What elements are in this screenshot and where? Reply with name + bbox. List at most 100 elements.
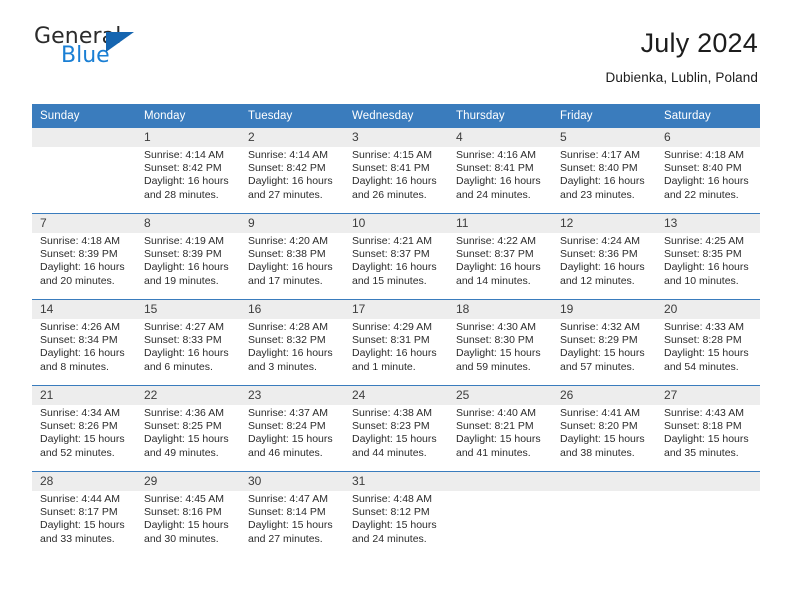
sunrise-text: Sunrise: 4:29 AM — [352, 321, 432, 333]
calendar-day-cell[interactable]: 3 Sunrise: 4:15 AM Sunset: 8:41 PM Daylight… — [344, 128, 448, 214]
sunset-text: Sunset: 8:25 PM — [144, 420, 222, 433]
daylight-text-line1: Daylight: 15 hours — [352, 519, 437, 532]
day-details: Sunrise: 4:30 AM Sunset: 8:30 PM Daylight:… — [448, 319, 552, 385]
day-details: Sunrise: 4:19 AM Sunset: 8:39 PM Daylight:… — [136, 233, 240, 299]
sunset-text: Sunset: 8:28 PM — [664, 334, 742, 347]
daylight-text-line1: Daylight: 15 hours — [144, 433, 229, 446]
daylight-text-line1: Daylight: 15 hours — [560, 433, 645, 446]
day-number: 28 — [32, 472, 136, 491]
calendar-day-cell[interactable]: 18 Sunrise: 4:30 AM Sunset: 8:30 PM Dayligh… — [448, 299, 552, 386]
calendar-day-cell[interactable]: 14 Sunrise: 4:26 AM Sunset: 8:34 PM Dayligh… — [32, 299, 136, 386]
day-number: 5 — [552, 128, 656, 147]
calendar-day-cell[interactable]: 31 Sunrise: 4:48 AM Sunset: 8:12 PM Dayligh… — [344, 471, 448, 557]
sunset-text: Sunset: 8:30 PM — [456, 334, 534, 347]
daylight-text-line2: and 57 minutes. — [560, 360, 635, 373]
day-number: 29 — [136, 472, 240, 491]
calendar-day-cell[interactable]: 27 Sunrise: 4:43 AM Sunset: 8:18 PM Dayligh… — [656, 385, 760, 472]
sunrise-text: Sunrise: 4:26 AM — [40, 321, 120, 333]
daylight-text-line2: and 20 minutes. — [40, 274, 115, 287]
calendar-week-row: 7 Sunrise: 4:18 AM Sunset: 8:39 PM Daylight… — [32, 213, 760, 300]
day-details: Sunrise: 4:18 AM Sunset: 8:39 PM Daylight:… — [32, 233, 136, 299]
sunset-text: Sunset: 8:39 PM — [144, 248, 222, 261]
calendar-day-cell[interactable]: 24 Sunrise: 4:38 AM Sunset: 8:23 PM Dayligh… — [344, 385, 448, 472]
calendar-day-cell[interactable]: 9 Sunrise: 4:20 AM Sunset: 8:38 PM Daylight… — [240, 213, 344, 300]
calendar-day-cell[interactable]: 8 Sunrise: 4:19 AM Sunset: 8:39 PM Daylight… — [136, 213, 240, 300]
calendar-day-cell[interactable]: 26 Sunrise: 4:41 AM Sunset: 8:20 PM Dayligh… — [552, 385, 656, 472]
calendar-day-cell[interactable]: 16 Sunrise: 4:28 AM Sunset: 8:32 PM Dayligh… — [240, 299, 344, 386]
calendar-day-cell[interactable]: 13 Sunrise: 4:25 AM Sunset: 8:35 PM Dayligh… — [656, 213, 760, 300]
day-number: 6 — [656, 128, 760, 147]
daylight-text-line2: and 24 minutes. — [456, 188, 531, 201]
daylight-text-line2: and 26 minutes. — [352, 188, 427, 201]
sunrise-text: Sunrise: 4:15 AM — [352, 149, 432, 161]
sunset-text: Sunset: 8:40 PM — [560, 162, 638, 175]
day-details-empty — [32, 147, 136, 213]
calendar-body: 1 Sunrise: 4:14 AM Sunset: 8:42 PM Daylight… — [32, 128, 760, 557]
day-number: 20 — [656, 300, 760, 319]
weekday-header-sunday: Sunday — [32, 104, 136, 128]
page-title: July 2024 — [640, 28, 758, 58]
calendar-week-row: 1 Sunrise: 4:14 AM Sunset: 8:42 PM Daylight… — [32, 128, 760, 214]
calendar-day-cell[interactable]: 15 Sunrise: 4:27 AM Sunset: 8:33 PM Dayligh… — [136, 299, 240, 386]
day-number: 4 — [448, 128, 552, 147]
sunrise-text: Sunrise: 4:19 AM — [144, 235, 224, 247]
calendar-day-cell[interactable]: 6 Sunrise: 4:18 AM Sunset: 8:40 PM Daylight… — [656, 128, 760, 214]
daylight-text-line1: Daylight: 15 hours — [40, 519, 125, 532]
calendar-day-cell[interactable]: 17 Sunrise: 4:29 AM Sunset: 8:31 PM Dayligh… — [344, 299, 448, 386]
calendar-cell-empty — [32, 128, 136, 214]
daylight-text-line1: Daylight: 15 hours — [352, 433, 437, 446]
sunset-text: Sunset: 8:14 PM — [248, 506, 326, 519]
calendar-day-cell[interactable]: 10 Sunrise: 4:21 AM Sunset: 8:37 PM Dayligh… — [344, 213, 448, 300]
calendar-header-row: Sunday Monday Tuesday Wednesday Thursday Frid… — [32, 104, 760, 128]
day-details: Sunrise: 4:15 AM Sunset: 8:41 PM Daylight:… — [344, 147, 448, 213]
day-number: 1 — [136, 128, 240, 147]
weekday-header-saturday: Saturday — [656, 104, 760, 128]
daylight-text-line1: Daylight: 15 hours — [144, 519, 229, 532]
calendar-day-cell[interactable]: 7 Sunrise: 4:18 AM Sunset: 8:39 PM Daylight… — [32, 213, 136, 300]
calendar-day-cell[interactable]: 12 Sunrise: 4:24 AM Sunset: 8:36 PM Dayligh… — [552, 213, 656, 300]
calendar-day-cell[interactable]: 28 Sunrise: 4:44 AM Sunset: 8:17 PM Dayligh… — [32, 471, 136, 557]
weekday-header-friday: Friday — [552, 104, 656, 128]
day-number: 27 — [656, 386, 760, 405]
calendar-day-cell[interactable]: 22 Sunrise: 4:36 AM Sunset: 8:25 PM Dayligh… — [136, 385, 240, 472]
daylight-text-line2: and 27 minutes. — [248, 188, 323, 201]
calendar-day-cell[interactable]: 2 Sunrise: 4:14 AM Sunset: 8:42 PM Daylight… — [240, 128, 344, 214]
day-details: Sunrise: 4:36 AM Sunset: 8:25 PM Daylight:… — [136, 405, 240, 471]
calendar-day-cell[interactable]: 23 Sunrise: 4:37 AM Sunset: 8:24 PM Dayligh… — [240, 385, 344, 472]
calendar-day-cell[interactable]: 25 Sunrise: 4:40 AM Sunset: 8:21 PM Dayligh… — [448, 385, 552, 472]
sunrise-text: Sunrise: 4:21 AM — [352, 235, 432, 247]
day-details: Sunrise: 4:29 AM Sunset: 8:31 PM Daylight:… — [344, 319, 448, 385]
calendar-day-cell[interactable]: 19 Sunrise: 4:32 AM Sunset: 8:29 PM Dayligh… — [552, 299, 656, 386]
calendar-day-cell[interactable]: 11 Sunrise: 4:22 AM Sunset: 8:37 PM Dayligh… — [448, 213, 552, 300]
daylight-text-line2: and 3 minutes. — [248, 360, 317, 373]
day-details-empty — [552, 491, 656, 557]
day-number: 26 — [552, 386, 656, 405]
weekday-header-wednesday: Wednesday — [344, 104, 448, 128]
day-number: 24 — [344, 386, 448, 405]
sunset-text: Sunset: 8:36 PM — [560, 248, 638, 261]
day-details: Sunrise: 4:25 AM Sunset: 8:35 PM Daylight:… — [656, 233, 760, 299]
calendar-day-cell[interactable]: 21 Sunrise: 4:34 AM Sunset: 8:26 PM Dayligh… — [32, 385, 136, 472]
daylight-text-line1: Daylight: 15 hours — [456, 347, 541, 360]
daylight-text-line2: and 49 minutes. — [144, 446, 219, 459]
day-details: Sunrise: 4:14 AM Sunset: 8:42 PM Daylight:… — [240, 147, 344, 213]
sunset-text: Sunset: 8:42 PM — [248, 162, 326, 175]
sunrise-text: Sunrise: 4:40 AM — [456, 407, 536, 419]
daylight-text-line2: and 28 minutes. — [144, 188, 219, 201]
calendar-day-cell[interactable]: 30 Sunrise: 4:47 AM Sunset: 8:14 PM Dayligh… — [240, 471, 344, 557]
day-details: Sunrise: 4:18 AM Sunset: 8:40 PM Daylight:… — [656, 147, 760, 213]
calendar-day-cell[interactable]: 5 Sunrise: 4:17 AM Sunset: 8:40 PM Daylight… — [552, 128, 656, 214]
logo-triangle-icon — [106, 32, 134, 52]
day-number: 19 — [552, 300, 656, 319]
calendar-day-cell[interactable]: 1 Sunrise: 4:14 AM Sunset: 8:42 PM Daylight… — [136, 128, 240, 214]
generalblue-logo[interactable]: General Blue — [34, 26, 154, 82]
sunset-text: Sunset: 8:33 PM — [144, 334, 222, 347]
daylight-text-line1: Daylight: 16 hours — [248, 347, 333, 360]
day-details: Sunrise: 4:27 AM Sunset: 8:33 PM Daylight:… — [136, 319, 240, 385]
calendar-day-cell[interactable]: 4 Sunrise: 4:16 AM Sunset: 8:41 PM Daylight… — [448, 128, 552, 214]
day-number: 3 — [344, 128, 448, 147]
daylight-text-line1: Daylight: 15 hours — [248, 433, 333, 446]
sunset-text: Sunset: 8:41 PM — [352, 162, 430, 175]
calendar-day-cell[interactable]: 20 Sunrise: 4:33 AM Sunset: 8:28 PM Dayligh… — [656, 299, 760, 386]
calendar-day-cell[interactable]: 29 Sunrise: 4:45 AM Sunset: 8:16 PM Dayligh… — [136, 471, 240, 557]
